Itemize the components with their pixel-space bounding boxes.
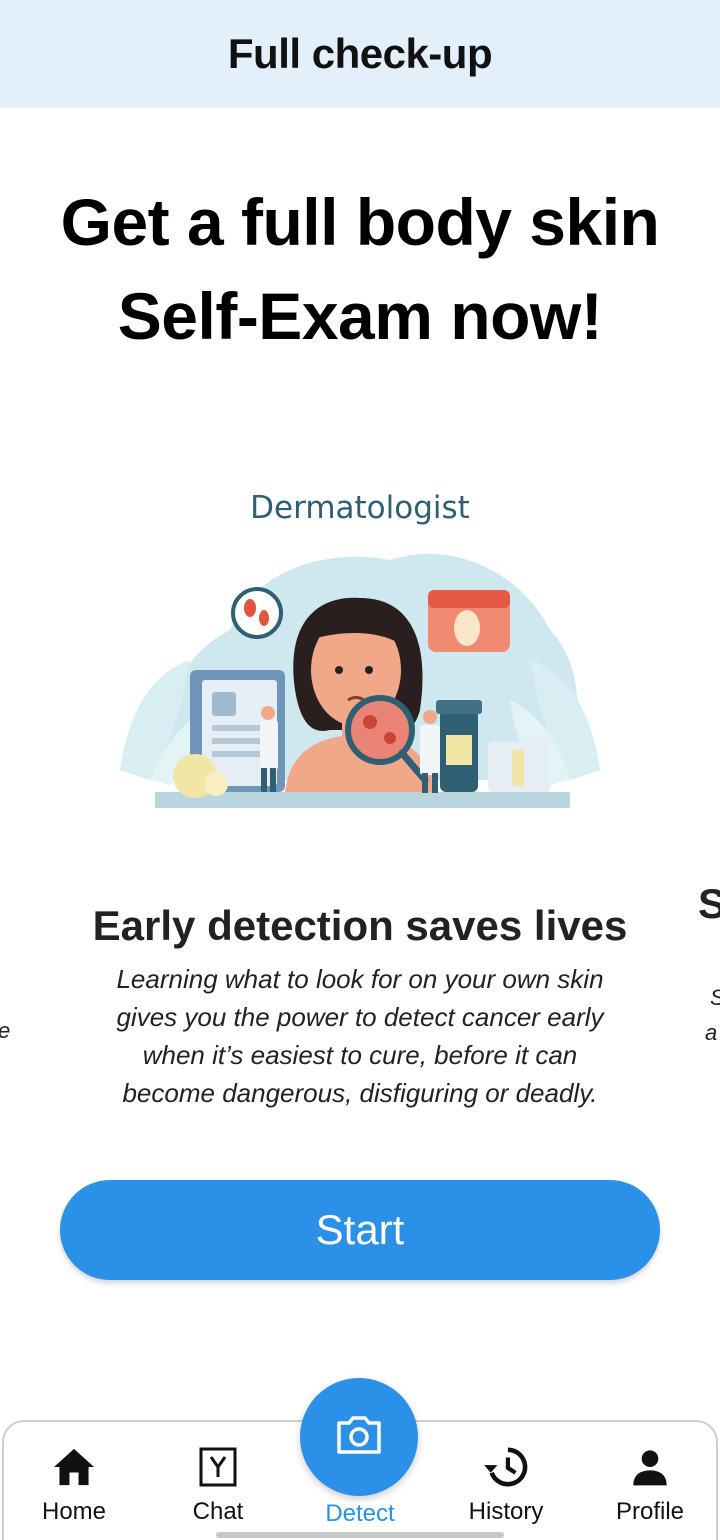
- slide-description-line: gives you the power to detect cancer ear…: [116, 1002, 604, 1032]
- nav-label-profile: Profile: [615, 1498, 685, 1525]
- nav-item-home[interactable]: Home: [4, 1422, 144, 1540]
- app-bar: Full check-up: [0, 0, 720, 108]
- previous-slide-peek: e: [0, 1018, 10, 1044]
- headline-line-2: Self-Exam now!: [117, 279, 603, 353]
- headline-line-1: Get a full body skin: [60, 185, 660, 259]
- nav-label-detect: Detect: [325, 1500, 395, 1527]
- person-icon: [627, 1444, 673, 1490]
- page-title: Full check-up: [227, 30, 493, 77]
- illustration-caption: Dermatologist: [250, 490, 470, 526]
- detect-button[interactable]: [300, 1378, 418, 1496]
- home-icon: [51, 1444, 97, 1490]
- nav-item-profile[interactable]: Profile: [580, 1422, 720, 1540]
- headline: Get a full body skin Self-Exam now!: [0, 175, 720, 363]
- slide-description-line: when it’s easiest to cure, before it can: [142, 1040, 578, 1070]
- next-slide-title-peek: S: [697, 880, 720, 927]
- nav-label-chat: Chat: [192, 1498, 244, 1525]
- start-button-label: Start: [315, 1206, 405, 1253]
- history-icon: [483, 1444, 529, 1490]
- start-button[interactable]: Start: [60, 1180, 660, 1280]
- nav-label-history: History: [468, 1498, 544, 1525]
- nav-label-home: Home: [41, 1498, 107, 1525]
- chat-icon: [195, 1444, 241, 1490]
- slide-description-line: become dangerous, disfiguring or deadly.: [122, 1078, 598, 1108]
- camera-icon: [335, 1415, 383, 1460]
- dermatologist-illustration: Dermatologist: [120, 490, 600, 808]
- nav-item-chat[interactable]: Chat: [148, 1422, 288, 1540]
- next-slide-peek-line-1: S: [710, 985, 720, 1011]
- slide-title: Early detection saves lives: [92, 902, 628, 949]
- home-indicator: [216, 1532, 504, 1538]
- slide-description-line: Learning what to look for on your own sk…: [116, 964, 604, 994]
- nav-item-history[interactable]: History: [436, 1422, 576, 1540]
- next-slide-peek-line-2: a: [705, 1020, 718, 1045]
- slide-description: Learning what to look for on your own sk…: [80, 960, 640, 1112]
